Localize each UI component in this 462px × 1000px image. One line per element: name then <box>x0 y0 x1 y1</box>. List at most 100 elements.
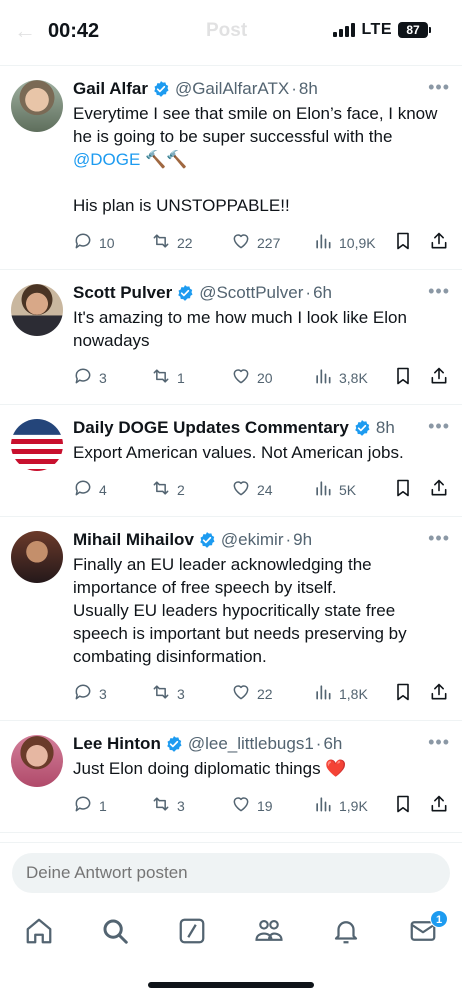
views-button[interactable]: 1,8K <box>313 682 368 705</box>
home-icon[interactable] <box>24 916 54 946</box>
views-count: 1,8K <box>339 685 368 702</box>
author-handle[interactable]: @GailAlfarATX <box>175 79 289 99</box>
tweet-header: Daily DOGE Updates Commentary 8h <box>73 417 450 439</box>
views-button[interactable]: 5K <box>313 478 356 501</box>
reply-tweet[interactable]: ••• Mihail Mihailov @ekimir · 9h Finally a… <box>0 517 462 721</box>
header-title: Post <box>206 20 248 41</box>
repost-button[interactable]: 3 <box>151 794 185 817</box>
author-name[interactable]: Daily DOGE Updates Commentary <box>73 418 349 438</box>
bookmark-button[interactable] <box>393 231 413 254</box>
post-time[interactable]: 8h <box>376 418 395 438</box>
share-button[interactable] <box>429 231 449 254</box>
reply-count: 4 <box>99 481 107 498</box>
tweet-actions: 3 1 20 3,8K <box>73 358 450 404</box>
reply-icon <box>73 231 93 254</box>
verified-badge-icon <box>198 531 216 549</box>
like-button[interactable]: 19 <box>231 794 273 817</box>
tweet-header: Scott Pulver @ScottPulver · 6h <box>73 282 450 304</box>
share-button[interactable] <box>429 478 449 501</box>
reply-tweet[interactable]: ••• Daily DOGE Updates Commentary 8h Expo… <box>0 405 462 517</box>
more-options-icon[interactable]: ••• <box>428 417 450 435</box>
post-time[interactable]: 9h <box>293 530 312 550</box>
author-name[interactable]: Scott Pulver <box>73 283 172 303</box>
more-options-icon[interactable]: ••• <box>428 529 450 547</box>
reply-button[interactable]: 10 <box>73 231 115 254</box>
signal-icon <box>333 23 356 37</box>
more-options-icon[interactable]: ••• <box>428 733 450 751</box>
like-button[interactable]: 24 <box>231 478 273 501</box>
repost-icon <box>151 231 171 254</box>
repost-icon <box>151 478 171 501</box>
repost-button[interactable]: 1 <box>151 366 185 389</box>
share-button[interactable] <box>429 366 449 389</box>
notifications-icon[interactable] <box>331 916 361 946</box>
reply-icon <box>73 794 93 817</box>
tweet-actions: 10 22 227 10,9K <box>73 223 450 269</box>
repost-icon <box>151 366 171 389</box>
reply-button[interactable]: 3 <box>73 366 107 389</box>
grok-icon[interactable] <box>177 916 207 946</box>
reply-tweet[interactable]: ••• Jakob | Move or Die @moveorperish ·5… <box>0 833 462 842</box>
reply-count: 1 <box>99 797 107 814</box>
author-handle[interactable]: @lee_littlebugs1 <box>188 734 314 754</box>
repost-icon <box>151 794 171 817</box>
search-icon[interactable] <box>100 916 130 946</box>
repost-button[interactable]: 22 <box>151 231 193 254</box>
bookmark-button[interactable] <box>393 478 413 501</box>
author-name[interactable]: Lee Hinton <box>73 734 161 754</box>
more-options-icon[interactable]: ••• <box>428 282 450 300</box>
tweet-text: Finally an EU leader acknowledging the i… <box>73 553 450 668</box>
like-button[interactable]: 22 <box>231 682 273 705</box>
author-name[interactable]: Gail Alfar <box>73 79 148 99</box>
avatar-gail-alfar[interactable] <box>11 80 63 132</box>
share-button[interactable] <box>429 682 449 705</box>
author-name[interactable]: Mihail Mihailov <box>73 530 194 550</box>
author-handle[interactable]: @ScottPulver <box>199 283 303 303</box>
separator-dot: · <box>291 79 297 98</box>
post-time[interactable]: 8h <box>299 79 318 99</box>
views-button[interactable]: 1,9K <box>313 794 368 817</box>
messages-icon[interactable]: 1 <box>408 910 448 946</box>
repost-button[interactable]: 2 <box>151 478 185 501</box>
post-time[interactable]: 6h <box>323 734 342 754</box>
repost-button[interactable]: 3 <box>151 682 185 705</box>
mention-link[interactable]: @DOGE <box>73 150 140 169</box>
like-button[interactable]: 227 <box>231 231 280 254</box>
views-button[interactable]: 3,8K <box>313 366 368 389</box>
communities-icon[interactable] <box>254 916 284 946</box>
views-count: 10,9K <box>339 234 376 251</box>
reply-feed[interactable]: ••• Gail Alfar @GailAlfarATX · 8h Everytim… <box>0 66 462 842</box>
avatar-mihail-mihailov[interactable] <box>11 531 63 583</box>
bookmark-icon <box>393 794 413 817</box>
views-button[interactable]: 10,9K <box>313 231 376 254</box>
reply-input[interactable] <box>12 853 450 893</box>
avatar-scott-pulver[interactable] <box>11 284 63 336</box>
share-button[interactable] <box>429 794 449 817</box>
avatar-daily-doge[interactable] <box>11 419 63 471</box>
more-options-icon[interactable]: ••• <box>428 78 450 96</box>
reply-tweet[interactable]: ••• Gail Alfar @GailAlfarATX · 8h Everytim… <box>0 66 462 270</box>
reply-count: 3 <box>99 369 107 386</box>
bookmark-button[interactable] <box>393 682 413 705</box>
views-count: 1,9K <box>339 797 368 814</box>
verified-badge-icon <box>165 735 183 753</box>
bookmark-icon <box>393 478 413 501</box>
post-time[interactable]: 6h <box>313 283 332 303</box>
bookmark-button[interactable] <box>393 794 413 817</box>
back-arrow-icon[interactable]: ← <box>14 18 36 44</box>
reply-tweet[interactable]: ••• Lee Hinton @lee_littlebugs1 · 6h Just … <box>0 721 462 833</box>
reply-tweet[interactable]: ••• Scott Pulver @ScottPulver · 6h It's am… <box>0 270 462 405</box>
battery-icon: 87 <box>398 22 431 38</box>
reply-button[interactable]: 1 <box>73 794 107 817</box>
verified-badge-icon <box>176 284 194 302</box>
text-segment: Export American values. Not American job… <box>73 443 404 462</box>
reply-button[interactable]: 3 <box>73 682 107 705</box>
reply-button[interactable]: 4 <box>73 478 107 501</box>
bookmark-button[interactable] <box>393 366 413 389</box>
author-handle[interactable]: @ekimir <box>221 530 284 550</box>
text-segment: Finally an EU leader acknowledging the i… <box>73 555 407 666</box>
like-button[interactable]: 20 <box>231 366 273 389</box>
like-count: 20 <box>257 369 273 386</box>
share-icon <box>429 794 449 817</box>
avatar-lee-hinton[interactable] <box>11 735 63 787</box>
